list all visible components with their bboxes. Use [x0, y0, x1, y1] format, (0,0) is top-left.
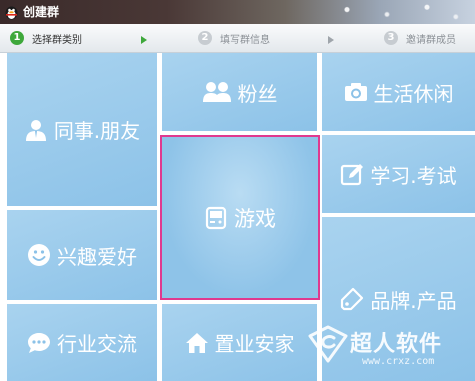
- step-2: 2 填写群信息: [198, 30, 270, 46]
- step-arrow-2-icon: [328, 36, 334, 44]
- category-fans[interactable]: 粉丝: [162, 53, 317, 131]
- category-life-leisure[interactable]: 生活休闲: [322, 53, 475, 131]
- category-study-exam-label: 学习.考试: [370, 163, 457, 188]
- step-1: 1 选择群类别: [10, 30, 82, 46]
- smiley-icon: [28, 244, 50, 266]
- step-bar: 1 选择群类别 2 填写群信息 3 邀请群成员: [0, 24, 475, 53]
- pencil-icon: [341, 164, 364, 186]
- category-game-label: 游戏: [234, 206, 276, 231]
- category-industry-label: 行业交流: [57, 332, 137, 356]
- chat-bubble-icon: [28, 332, 50, 353]
- gamepad-icon: [205, 206, 227, 229]
- title-bar[interactable]: 创建群: [0, 0, 475, 24]
- category-grid: 同事.朋友 粉丝 生活休闲 游戏 学习.考试 兴趣爱好 品牌.产品 行业交流 置…: [0, 53, 475, 381]
- step-arrow-1-icon: [141, 36, 147, 44]
- person-icon: [25, 119, 46, 141]
- title-bar-decoration: [315, 0, 475, 24]
- step-3: 3 邀请群成员: [384, 30, 456, 46]
- step-3-number: 3: [384, 31, 398, 45]
- penguin-icon: [5, 6, 18, 20]
- step-2-number: 2: [198, 31, 212, 45]
- category-industry[interactable]: 行业交流: [7, 304, 157, 381]
- category-game[interactable]: 游戏: [159, 134, 321, 301]
- category-colleague-friend-label: 同事.朋友: [53, 119, 141, 143]
- category-brand-product[interactable]: 品牌.产品: [322, 217, 475, 381]
- home-icon: [185, 332, 208, 353]
- step-2-label: 填写群信息: [220, 34, 270, 46]
- category-interests[interactable]: 兴趣爱好: [7, 210, 157, 300]
- window-title: 创建群: [23, 5, 60, 19]
- step-3-label: 邀请群成员: [406, 34, 456, 46]
- category-fans-label: 粉丝: [237, 81, 278, 106]
- camera-icon: [344, 83, 367, 101]
- category-real-estate[interactable]: 置业安家: [162, 304, 317, 381]
- people-icon: [202, 82, 231, 102]
- category-colleague-friend[interactable]: 同事.朋友: [7, 53, 157, 206]
- step-1-label: 选择群类别: [32, 34, 82, 46]
- category-interests-label: 兴趣爱好: [57, 244, 137, 269]
- category-study-exam[interactable]: 学习.考试: [322, 135, 475, 213]
- category-real-estate-label: 置业安家: [214, 332, 295, 356]
- category-life-leisure-label: 生活休闲: [373, 81, 454, 106]
- tag-icon: [341, 287, 364, 311]
- step-1-number: 1: [10, 31, 24, 45]
- category-brand-product-label: 品牌.产品: [370, 288, 457, 313]
